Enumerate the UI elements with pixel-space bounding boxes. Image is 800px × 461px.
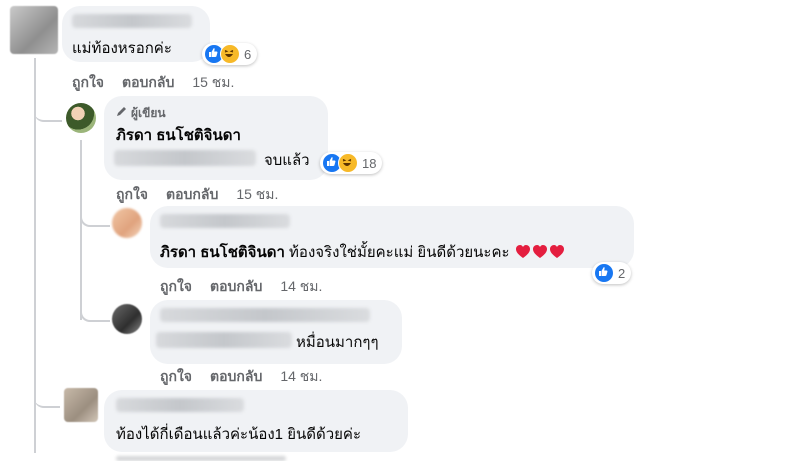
thread-connector-reply4 bbox=[34, 390, 60, 408]
like-button[interactable]: ถูกใจ bbox=[116, 186, 148, 202]
reaction-summary[interactable]: 18 bbox=[320, 152, 383, 174]
like-icon bbox=[594, 263, 614, 283]
commenter-name-blurred[interactable] bbox=[72, 14, 192, 28]
comment-text: ท้องได้กี่เดือนแล้วค่ะน้อง1 ยินดีด้วยค่ะ bbox=[116, 426, 362, 443]
mention-tag[interactable]: ภิรดา ธนโชติจินดา bbox=[160, 244, 285, 261]
heart-emoji bbox=[549, 244, 565, 259]
timestamp[interactable]: 14 ชม. bbox=[280, 368, 322, 384]
commenter-name-blurred[interactable] bbox=[160, 308, 370, 322]
pencil-icon bbox=[116, 104, 128, 116]
avatar[interactable] bbox=[64, 388, 98, 422]
comment-text: หมื่อนมากๆๆ bbox=[296, 334, 379, 351]
comment-actions: ถูกใจ ตอบกลับ 15 ชม. bbox=[116, 184, 296, 206]
thread-connector-reply3 bbox=[80, 300, 110, 322]
thread-connector-reply1 bbox=[34, 100, 62, 122]
commenter-name[interactable]: ภิรดา ธนโชติจินดา bbox=[116, 127, 241, 145]
heart-emoji bbox=[532, 244, 548, 259]
comment-actions: ถูกใจ ตอบกลับ 14 ชม. bbox=[160, 276, 340, 298]
reply-button[interactable]: ตอบกลับ bbox=[210, 368, 262, 384]
timestamp[interactable]: 15 ชม. bbox=[192, 74, 234, 90]
timestamp[interactable]: 15 ชม. bbox=[236, 186, 278, 202]
avatar[interactable] bbox=[10, 6, 58, 54]
haha-icon bbox=[220, 44, 240, 64]
comment-text: จบแล้ว bbox=[264, 152, 310, 169]
timestamp[interactable]: 14 ชม. bbox=[280, 278, 322, 294]
reply-button[interactable]: ตอบกลับ bbox=[210, 278, 262, 294]
haha-icon bbox=[338, 153, 358, 173]
thread-connector-reply2 bbox=[80, 205, 110, 227]
reply-button[interactable]: ตอบกลับ bbox=[166, 186, 218, 202]
author-avatar[interactable] bbox=[66, 103, 96, 133]
reaction-count: 18 bbox=[362, 155, 377, 171]
reply-button[interactable]: ตอบกลับ bbox=[122, 74, 174, 90]
avatar[interactable] bbox=[112, 304, 142, 334]
like-button[interactable]: ถูกใจ bbox=[160, 278, 192, 294]
heart-emoji bbox=[515, 244, 531, 259]
commenter-name-blurred[interactable] bbox=[160, 214, 290, 228]
reaction-count: 6 bbox=[244, 46, 252, 62]
reaction-count: 2 bbox=[618, 265, 626, 281]
reaction-summary[interactable]: 6 bbox=[202, 43, 258, 65]
mention-blurred[interactable] bbox=[114, 150, 256, 166]
author-badge: ผู้เขียน bbox=[131, 106, 166, 120]
comment-text-line: ภิรดา ธนโชติจินดา ท้องจริงใช่มั้ยคะแม่ ย… bbox=[160, 244, 565, 262]
thread-line-reply1 bbox=[80, 140, 82, 320]
comment-text: ท้องจริงใช่มั้ยคะแม่ ยินดีด้วยนะคะ bbox=[289, 244, 510, 261]
avatar[interactable] bbox=[112, 208, 142, 238]
actions-row-partial bbox=[116, 456, 286, 461]
comment-actions: ถูกใจ ตอบกลับ 15 ชม. bbox=[72, 72, 252, 94]
comment-actions: ถูกใจ ตอบกลับ 14 ชม. bbox=[160, 366, 340, 388]
reaction-summary[interactable]: 2 bbox=[592, 262, 632, 284]
commenter-name-blurred[interactable] bbox=[116, 398, 244, 412]
like-button[interactable]: ถูกใจ bbox=[160, 368, 192, 384]
mention-blurred[interactable] bbox=[156, 332, 292, 348]
like-button[interactable]: ถูกใจ bbox=[72, 74, 104, 90]
comment-text: แม่ท้องหรอกค่ะ bbox=[72, 40, 172, 57]
